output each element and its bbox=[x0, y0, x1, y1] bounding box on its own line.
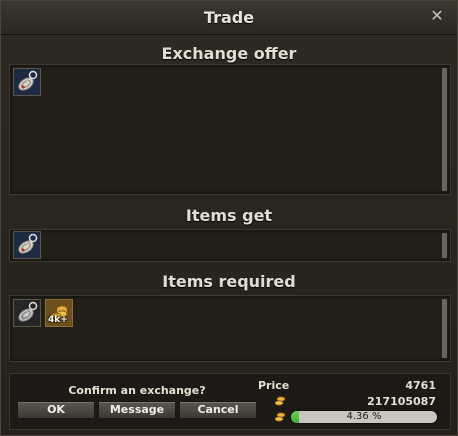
exchange-offer-scrollbar[interactable] bbox=[442, 68, 447, 191]
gold-progress-bar: 4.36 % bbox=[290, 410, 438, 424]
gold-coin-icon bbox=[274, 396, 286, 406]
exchange-offer-title: Exchange offer bbox=[161, 44, 297, 63]
scroll-bundle-icon bbox=[14, 232, 40, 258]
title-bar[interactable]: Trade ✕ bbox=[1, 1, 457, 35]
exchange-offer-panel bbox=[9, 64, 451, 195]
scroll-bundle-grey-icon bbox=[14, 300, 40, 326]
exchange-offer-item-slot[interactable] bbox=[13, 68, 41, 96]
trade-window: Trade ✕ Exchange offer Items get Items r… bbox=[0, 0, 458, 436]
items-get-scrollbar[interactable] bbox=[442, 233, 447, 258]
message-button[interactable]: Message bbox=[98, 401, 176, 419]
price-value: 4761 bbox=[405, 379, 436, 392]
confirm-exchange-text: Confirm an exchange? bbox=[68, 384, 206, 397]
close-icon[interactable]: ✕ bbox=[429, 8, 445, 24]
items-required-item-slot[interactable] bbox=[13, 299, 41, 327]
items-required-title: Items required bbox=[162, 272, 296, 291]
price-label: Price bbox=[258, 379, 290, 392]
items-get-title: Items get bbox=[185, 206, 273, 225]
items-required-scrollbar[interactable] bbox=[442, 299, 447, 358]
window-title: Trade bbox=[203, 8, 255, 27]
items-required-panel: 4k+ bbox=[9, 295, 451, 362]
items-required-gold-slot[interactable]: 4k+ bbox=[45, 299, 73, 327]
cancel-button[interactable]: Cancel bbox=[179, 401, 257, 419]
items-get-panel bbox=[9, 229, 451, 262]
ok-button[interactable]: OK bbox=[17, 401, 95, 419]
scroll-bundle-icon bbox=[14, 69, 40, 95]
gold-coin-icon bbox=[274, 412, 286, 422]
progress-text: 4.36 % bbox=[346, 411, 382, 422]
gold-amount-label: 4k+ bbox=[48, 315, 68, 325]
trade-footer: Confirm an exchange? OK Message Cancel P… bbox=[9, 373, 451, 430]
gold-amount: 217105087 bbox=[367, 395, 436, 408]
items-get-item-slot[interactable] bbox=[13, 231, 41, 259]
